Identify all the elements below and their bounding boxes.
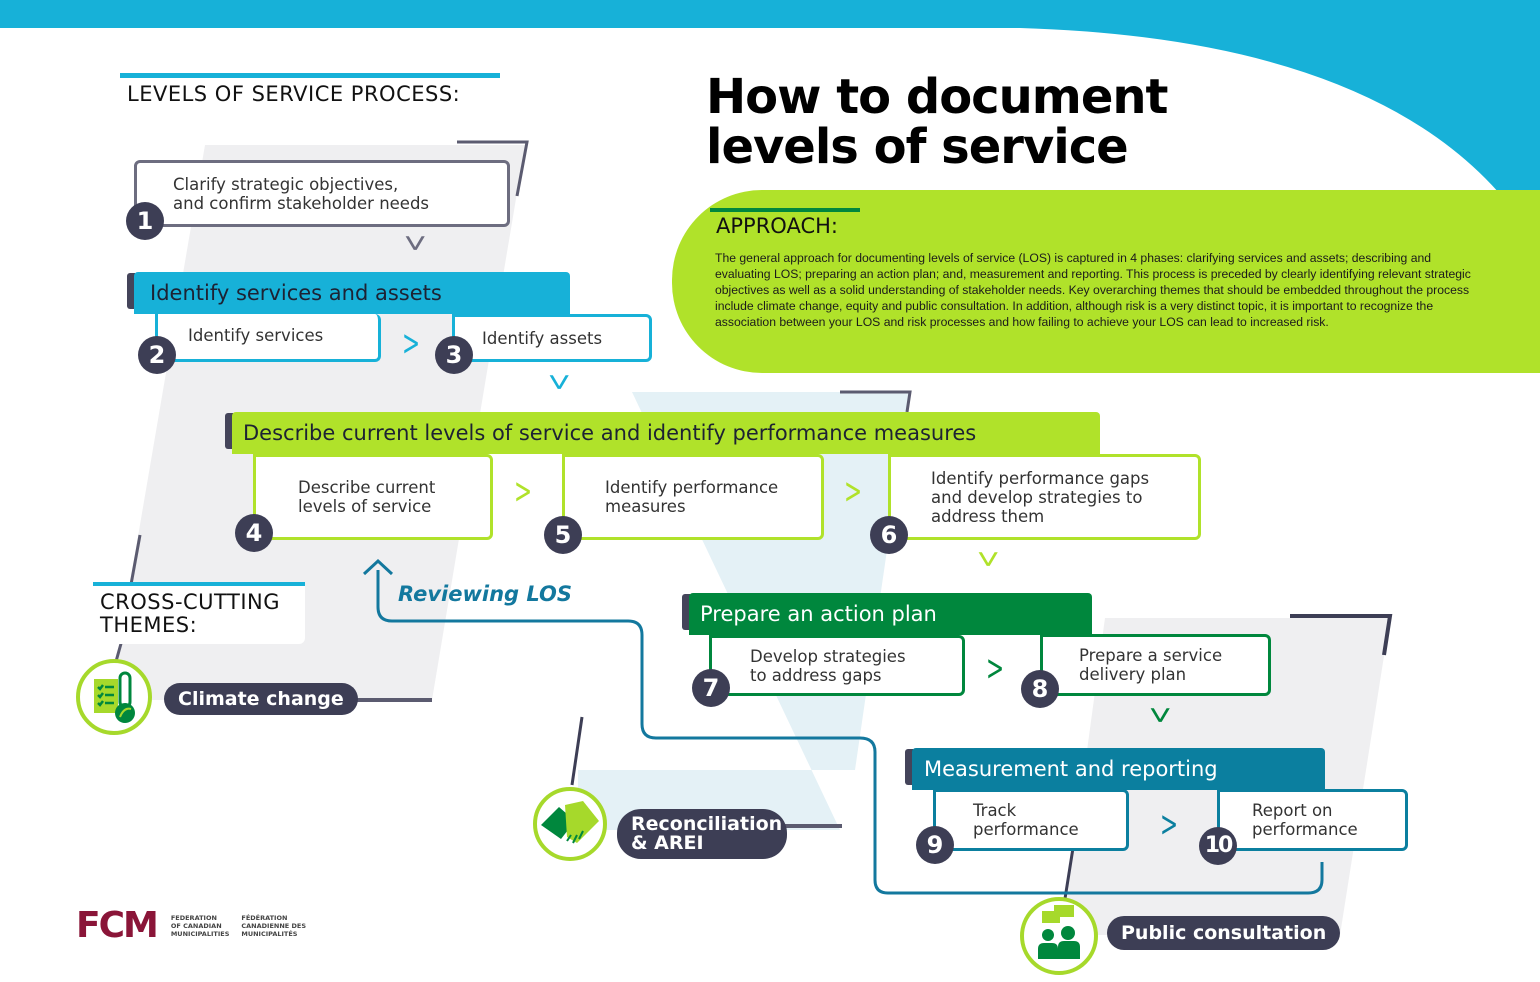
- climate-change-icon-circle: [76, 659, 152, 735]
- fcm-logo-mark: FCM: [76, 905, 159, 946]
- cross-cutting-heading-line1: CROSS-CUTTING: [100, 590, 281, 614]
- fcm-logo: FCM FEDERATION OF CANADIAN MUNICIPALITIE…: [76, 908, 306, 944]
- cross-cutting-heading-line2: THEMES:: [100, 613, 198, 637]
- handshake-icon: [541, 801, 599, 844]
- logo-fr-line2: CANADIENNE DES: [241, 922, 307, 930]
- reconciliation-icon-circle: [533, 787, 607, 861]
- cross-cutting-heading: CROSS-CUTTING THEMES:: [100, 591, 280, 637]
- theme-climate-change-label: Climate change: [178, 687, 344, 710]
- reviewing-los-label: Reviewing LOS: [398, 582, 572, 606]
- logo-en-line2: OF CANADIAN: [170, 922, 222, 930]
- thermometer-checklist-icon: [94, 671, 135, 723]
- public-consultation-icon-circle: [1020, 897, 1098, 975]
- people-speech-icon: [1038, 905, 1080, 959]
- cross-cutting-rule: [93, 582, 305, 586]
- logo-fr-line3: MUNICIPALITÉS: [241, 930, 298, 938]
- logo-en-line1: FEDERATION: [170, 914, 217, 922]
- theme-public-consultation-label: Public consultation: [1121, 921, 1327, 944]
- fcm-logo-text-fr: FÉDÉRATION CANADIENNE DES MUNICIPALITÉS: [241, 914, 306, 938]
- logo-fr-line1: FÉDÉRATION: [241, 914, 288, 922]
- fcm-logo-text-en: FEDERATION OF CANADIAN MUNICIPALITIES: [171, 914, 230, 938]
- logo-en-line3: MUNICIPALITIES: [170, 930, 230, 938]
- theme-reconciliation: Reconciliation & AREI: [617, 809, 787, 859]
- theme-public-consultation: Public consultation: [1107, 916, 1341, 950]
- theme-climate-change: Climate change: [164, 683, 358, 715]
- theme-reconciliation-label-line2: & AREI: [631, 832, 704, 854]
